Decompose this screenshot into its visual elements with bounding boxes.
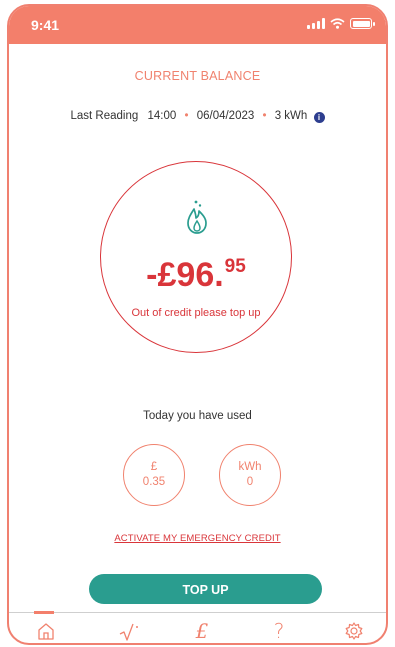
reading-time: 14:00	[147, 110, 177, 122]
phone-screen: 9:41 CURRENT BALANCE Last Reading 14:00 …	[7, 4, 388, 645]
usage-money-unit: £	[150, 461, 158, 473]
usage-energy-unit: kWh	[238, 461, 262, 473]
balance-pence: 95	[224, 256, 246, 277]
gas-flame-icon	[187, 200, 207, 234]
help-icon: ?	[273, 619, 285, 643]
settings-icon	[345, 622, 363, 640]
nav-home[interactable]	[26, 611, 66, 643]
usage-money-circle: £ 0.35	[123, 444, 185, 506]
bottom-nav: £ ?	[9, 611, 386, 643]
usage-label: Today you have used	[143, 410, 252, 422]
info-icon[interactable]: i	[313, 112, 325, 123]
credit-message: Out of credit please top up	[131, 307, 261, 319]
signal-icon	[307, 18, 325, 29]
page-title: CURRENT BALANCE	[134, 69, 261, 83]
reading-kwh: 3 kWh	[274, 110, 308, 122]
home-icon	[38, 623, 54, 640]
status-time: 9:41	[31, 17, 60, 33]
separator-dot: •	[184, 110, 189, 122]
usage-energy-value: 0	[246, 476, 254, 488]
balance-main: -£96.	[146, 256, 224, 294]
status-icons	[307, 18, 375, 29]
separator-dot: •	[262, 110, 267, 122]
nav-usage[interactable]	[110, 613, 150, 643]
pound-icon: £	[195, 619, 209, 643]
balance-circle: -£96.95 Out of credit please top up	[100, 161, 292, 353]
usage-energy-circle: kWh 0	[219, 444, 281, 506]
status-bar: 9:41	[9, 6, 386, 44]
nav-payments[interactable]: £	[182, 613, 222, 643]
top-up-button[interactable]: TOP UP	[89, 574, 322, 604]
last-reading: Last Reading 14:00 • 06/04/2023 • 3 kWh …	[9, 110, 386, 123]
nav-active-indicator	[34, 611, 54, 614]
nav-settings[interactable]	[334, 613, 374, 643]
usage-icon	[119, 623, 138, 641]
reading-date: 06/04/2023	[196, 110, 255, 122]
last-reading-label: Last Reading	[70, 110, 139, 122]
balance-amount: -£96.95	[101, 248, 291, 294]
wifi-icon	[330, 18, 345, 29]
emergency-credit-link[interactable]: ACTIVATE MY EMERGENCY CREDIT	[9, 533, 386, 544]
nav-help[interactable]: ?	[259, 613, 299, 643]
battery-icon	[350, 18, 375, 29]
usage-money-value: 0.35	[142, 476, 166, 488]
